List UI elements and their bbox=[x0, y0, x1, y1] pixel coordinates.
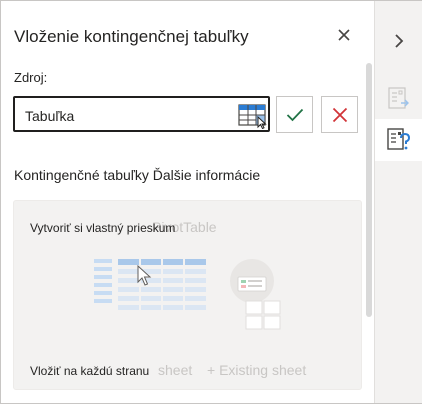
card-footer-text: Vložiť na každú stranu bbox=[30, 364, 150, 378]
rail-field-list-button[interactable] bbox=[375, 79, 422, 119]
learn-more-link[interactable]: Kontingenčné tabuľky Ďalšie informácie bbox=[14, 167, 260, 183]
confirm-button[interactable] bbox=[276, 96, 313, 133]
chevron-right-icon bbox=[394, 34, 403, 48]
new-sheet-card[interactable]: PivotTable Vytvoriť si vlastný prieskum … bbox=[13, 200, 362, 390]
source-range-input[interactable]: Tabuľka bbox=[13, 96, 270, 132]
rail-help-button[interactable] bbox=[375, 119, 422, 161]
close-icon bbox=[338, 29, 350, 41]
pane-scrollbar[interactable] bbox=[366, 63, 372, 317]
card-ghost-existing-sheet: + Existing sheet bbox=[207, 362, 307, 378]
pivot-help-icon bbox=[386, 128, 410, 150]
table-select-icon[interactable] bbox=[237, 103, 269, 129]
x-icon bbox=[332, 107, 347, 122]
check-icon bbox=[286, 108, 303, 121]
pivot-table-window: Vloženie kontingenčnej tabuľky Zdroj: Ta… bbox=[0, 0, 422, 404]
insert-pivot-pane: Vloženie kontingenčnej tabuľky Zdroj: Ta… bbox=[1, 1, 374, 403]
rail-expand-button[interactable] bbox=[375, 27, 422, 55]
source-range-value: Tabuľka bbox=[25, 108, 75, 124]
pane-title: Vloženie kontingenčnej tabuľky bbox=[14, 27, 249, 46]
card-ghost-new-sheet: sheet bbox=[158, 362, 193, 378]
cancel-button[interactable] bbox=[321, 96, 358, 133]
card-primary-text: Vytvoriť si vlastný prieskum bbox=[30, 221, 176, 235]
side-rail bbox=[374, 1, 422, 403]
close-button[interactable] bbox=[332, 23, 356, 47]
source-label: Zdroj: bbox=[14, 70, 48, 85]
pivot-fields-icon bbox=[387, 87, 409, 109]
